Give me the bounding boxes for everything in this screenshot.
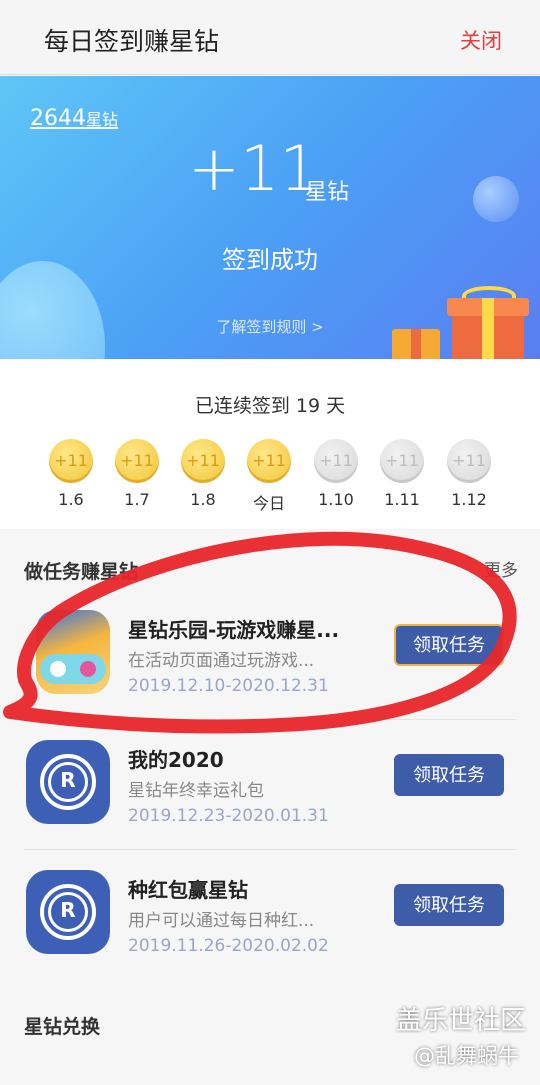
day-coin: +11 1.12: [436, 439, 502, 509]
rewards-r-icon: R: [26, 870, 110, 954]
balance-value: 2644: [30, 106, 86, 131]
task-name: 我的2020: [128, 748, 224, 772]
day-label: 1.11: [384, 490, 420, 509]
star-diamond-balance[interactable]: 2644星钻: [30, 106, 118, 131]
coin-icon: +11: [49, 439, 93, 483]
checkin-status: 签到成功: [222, 246, 318, 274]
coin-icon: +11: [380, 439, 424, 483]
more-link[interactable]: 更多: [484, 556, 518, 581]
day-label: 1.12: [451, 490, 487, 509]
reward-amount: +11: [188, 132, 319, 205]
day-coin: +11 1.7: [104, 439, 170, 509]
checkin-banner: 2644星钻 +11 星钻 签到成功 了解签到规则 >: [0, 76, 540, 359]
task-description: 在活动页面通过玩游戏...: [128, 651, 315, 671]
streak-panel: 已连续签到 19 天 +11 1.6 +11 1.7 +11 1.8 +11 今日 +1…: [0, 359, 540, 529]
day-label: 1.6: [58, 490, 84, 509]
day-coin: +11 1.8: [170, 439, 236, 509]
bubble-decoration: [473, 176, 519, 222]
page-title: 每日签到赚星钻: [44, 27, 220, 56]
streak-text: 已连续签到 19 天: [194, 395, 346, 417]
claim-task-button[interactable]: 领取任务: [394, 884, 504, 926]
tasks-section-title: 做任务赚星钻: [24, 561, 139, 583]
day-label: 今日: [252, 494, 285, 513]
balloon-decoration: [0, 261, 105, 359]
task-item[interactable]: R 种红包赢星钻 用户可以通过每日种红... 2019.11.26-2020.0…: [0, 852, 540, 980]
exchange-section-title: 星钻兑换: [24, 1016, 101, 1038]
top-bar: 每日签到赚星钻 关闭: [0, 0, 540, 75]
day-coin: +11 今日: [236, 439, 302, 514]
task-description: 用户可以通过每日种红...: [128, 911, 315, 931]
divider: [24, 849, 516, 850]
coin-icon: +11: [181, 439, 225, 483]
claim-task-button[interactable]: 领取任务: [394, 754, 504, 796]
claim-task-button[interactable]: 领取任务: [394, 624, 504, 666]
day-label: 1.7: [124, 490, 150, 509]
close-button[interactable]: 关闭: [460, 25, 502, 55]
task-date-range: 2019.12.23-2020.01.31: [128, 806, 329, 826]
reward-unit: 星钻: [305, 180, 350, 205]
day-coin: +11 1.6: [38, 439, 104, 509]
small-gift-box-icon: [392, 329, 440, 359]
coin-icon: +11: [314, 439, 358, 483]
task-name: 种红包赢星钻: [128, 878, 248, 902]
day-coin: +11 1.11: [369, 439, 435, 509]
coin-icon: +11: [447, 439, 491, 483]
day-label: 1.10: [318, 490, 354, 509]
task-item[interactable]: 星钻乐园-玩游戏赚星... 在活动页面通过玩游戏... 2019.12.10-2…: [0, 592, 540, 720]
coin-icon: +11: [247, 439, 291, 483]
watermark-user: @乱舞蜗牛: [414, 1044, 519, 1068]
balance-unit: 星钻: [86, 110, 119, 129]
gift-box-icon: [447, 298, 529, 359]
game-controller-icon: [36, 610, 110, 694]
watermark-community: 盖乐世社区: [396, 1006, 527, 1036]
task-date-range: 2019.12.10-2020.12.31: [128, 676, 329, 696]
day-label: 1.8: [190, 490, 216, 509]
rewards-r-icon: R: [26, 740, 110, 824]
coin-icon: +11: [115, 439, 159, 483]
divider: [24, 719, 516, 720]
task-date-range: 2019.11.26-2020.02.02: [128, 936, 329, 956]
day-coin: +11 1.10: [303, 439, 369, 509]
task-name: 星钻乐园-玩游戏赚星...: [128, 618, 340, 642]
task-item[interactable]: R 我的2020 星钻年终幸运礼包 2019.12.23-2020.01.31 …: [0, 722, 540, 850]
task-description: 星钻年终幸运礼包: [128, 781, 264, 801]
